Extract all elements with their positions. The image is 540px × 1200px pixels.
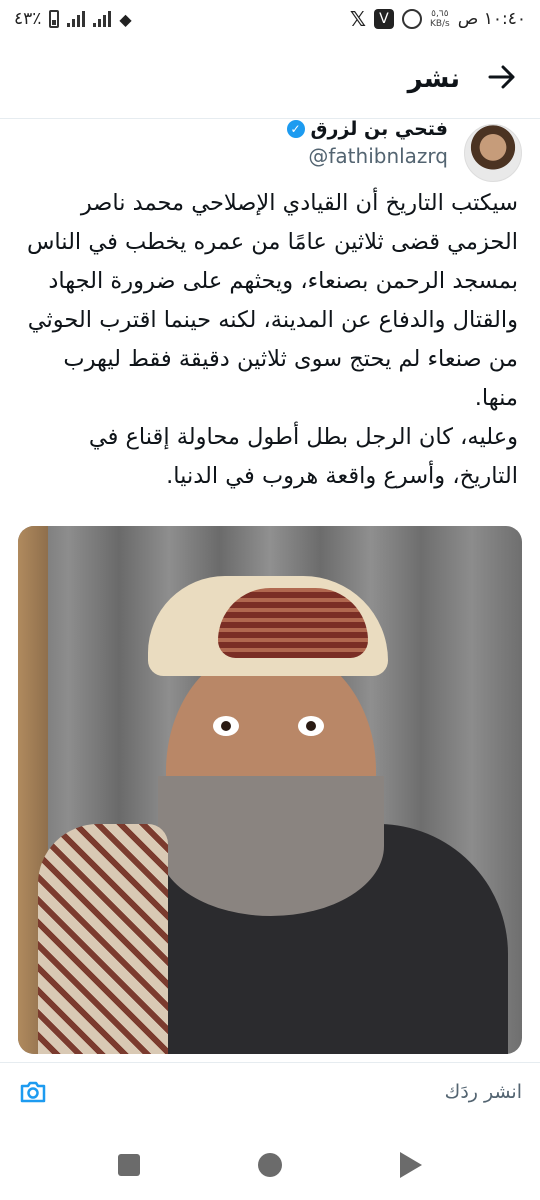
avatar[interactable] [464,124,522,182]
tweet-author[interactable]: ✓ فتحي بن لزرق @fathibnlazrq [18,118,522,182]
back-icon[interactable] [400,1152,422,1178]
tweet-paragraph: سيكتب التاريخ أن القيادي الإصلاحي محمد ن… [26,190,518,411]
video-turban-pattern [218,588,368,658]
status-left: ٤٣٪ ◆ [14,9,132,29]
whatsapp-icon [401,9,422,29]
reply-input[interactable]: انشر ردَك [445,1081,522,1103]
v-app-icon: V [373,9,394,29]
page-title: نشر [407,64,460,94]
battery-icon [49,10,60,28]
battery-percent: ٤٣٪ [14,9,42,29]
signal-icon [67,11,86,27]
camera-icon[interactable] [18,1077,48,1107]
user-handle: @fathibnlazrq [308,144,448,168]
speed-unit: KB/s [429,19,450,29]
app-header: نشر [0,46,540,112]
network-speed: ٥,٦٥ KB/s [430,9,450,29]
video-person-shawl [38,824,168,1054]
tweet-video[interactable] [18,526,522,1054]
video-person-beard [158,776,384,916]
x-app-icon: 𝕏 [349,7,366,31]
speed-value: ٥,٦٥ [431,9,449,19]
status-bar: ٤٣٪ ◆ 𝕏 V ٥,٦٥ KB/s ١٠:٤٠ ص [0,0,540,38]
reply-bar[interactable]: انشر ردَك [0,1062,540,1120]
tweet-text: سيكتب التاريخ أن القيادي الإصلاحي محمد ن… [24,184,518,496]
video-person-eye [213,716,239,736]
clock: ١٠:٤٠ ص [457,9,526,29]
system-nav-bar [0,1140,540,1190]
wifi-icon: ◆ [119,9,132,29]
arrow-right-icon[interactable] [488,62,516,96]
display-name: فتحي بن لزرق [310,118,448,140]
signal-icon [93,11,112,27]
recents-icon[interactable] [118,1154,140,1176]
author-names: ✓ فتحي بن لزرق @fathibnlazrq [286,118,448,168]
display-name-row: ✓ فتحي بن لزرق [286,118,448,140]
video-person-eye [298,716,324,736]
status-right: 𝕏 V ٥,٦٥ KB/s ١٠:٤٠ ص [350,7,526,31]
home-icon[interactable] [258,1153,282,1177]
verified-badge-icon: ✓ [286,120,305,138]
tweet-paragraph: وعليه، كان الرجل بطل أطول محاولة إقناع ف… [88,424,518,489]
